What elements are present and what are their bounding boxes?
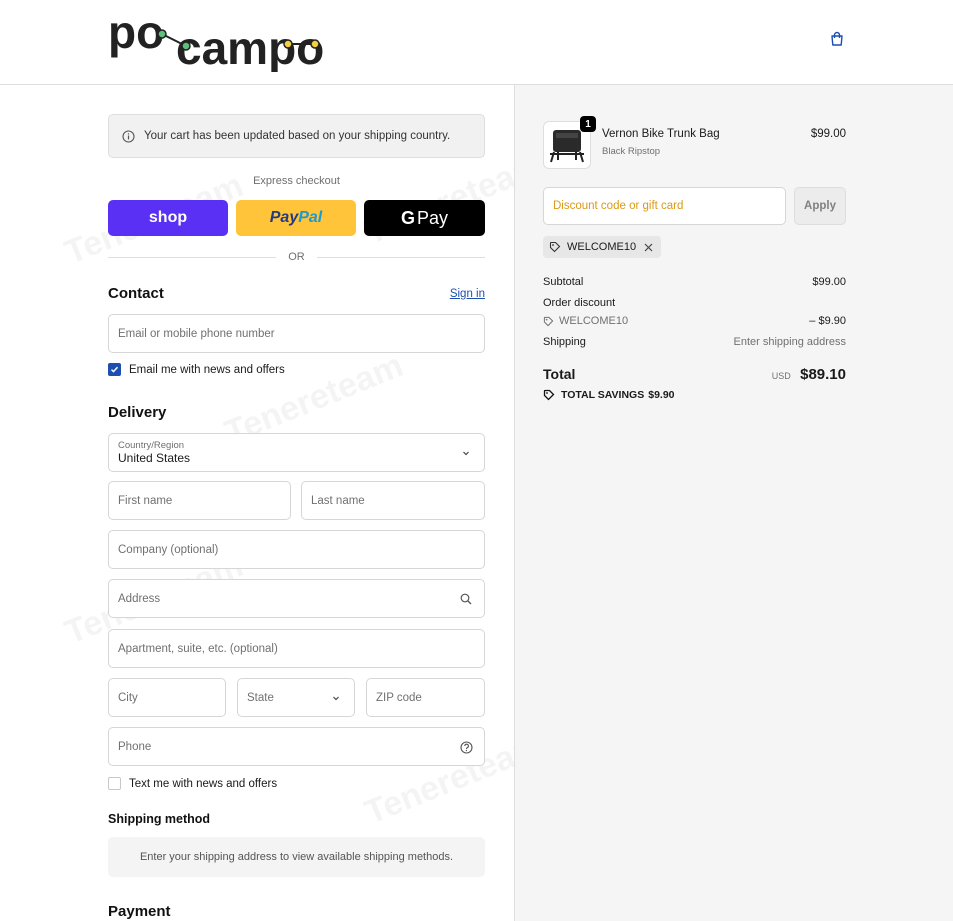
shopping-bag-icon[interactable] bbox=[829, 31, 847, 49]
phone-field[interactable]: Phone bbox=[108, 727, 485, 766]
discount-code-row: WELCOME10 – $9.90 bbox=[543, 315, 846, 327]
email-field[interactable]: Email or mobile phone number bbox=[108, 314, 485, 353]
discount-code-wrap: WELCOME10 bbox=[543, 315, 628, 327]
order-discount-label: Order discount bbox=[543, 297, 616, 309]
or-divider: OR bbox=[108, 250, 485, 264]
svg-text:po: po bbox=[108, 8, 164, 58]
company-field[interactable]: Company (optional) bbox=[108, 530, 485, 569]
text-news-label: Text me with news and offers bbox=[129, 777, 278, 790]
zip-field[interactable]: ZIP code bbox=[366, 678, 485, 717]
email-placeholder: Email or mobile phone number bbox=[118, 327, 275, 340]
paypal-label-pay: Pay bbox=[269, 209, 299, 226]
svg-text:campo: campo bbox=[176, 22, 324, 72]
email-news-checkbox[interactable] bbox=[108, 363, 121, 376]
savings-value: $9.90 bbox=[648, 389, 675, 401]
help-icon[interactable] bbox=[459, 740, 473, 754]
chevron-down-icon bbox=[329, 691, 343, 705]
logo-graphic: po campo bbox=[108, 8, 324, 72]
tag-icon bbox=[543, 316, 554, 326]
zip-placeholder: ZIP code bbox=[376, 691, 422, 704]
country-value: United States bbox=[118, 451, 191, 465]
quantity-badge: 1 bbox=[580, 116, 596, 132]
state-select[interactable]: State bbox=[237, 678, 355, 717]
savings-label: TOTAL SAVINGS bbox=[561, 389, 645, 401]
sign-in-link[interactable]: Sign in bbox=[450, 288, 485, 300]
apartment-placeholder: Apartment, suite, etc. (optional) bbox=[118, 642, 278, 655]
express-checkout-label: Express checkout bbox=[253, 175, 340, 187]
tag-icon bbox=[543, 389, 555, 401]
or-label: OR bbox=[288, 251, 305, 263]
shop-pay-label: shop bbox=[148, 209, 188, 226]
total-value: $89.10 bbox=[800, 366, 846, 383]
shipping-value: Enter shipping address bbox=[733, 336, 846, 348]
last-name-placeholder: Last name bbox=[311, 494, 365, 507]
subtotal-value: $99.00 bbox=[812, 276, 846, 288]
shipping-methods-placeholder: Enter your shipping address to view avai… bbox=[108, 837, 485, 877]
notice-text: Your cart has been updated based on your… bbox=[144, 130, 451, 142]
total-savings: TOTAL SAVINGS $9.90 bbox=[543, 389, 675, 401]
shipping-row: Shipping Enter shipping address bbox=[543, 336, 846, 348]
total-row: Total USD $89.10 bbox=[543, 366, 846, 383]
product-variant: Black Ripstop bbox=[602, 146, 661, 157]
paypal-button[interactable]: Pay Pal bbox=[236, 200, 356, 236]
payment-title: Payment bbox=[108, 903, 171, 920]
total-label: Total bbox=[543, 366, 576, 382]
info-icon bbox=[122, 129, 135, 143]
discount-code-field[interactable]: Discount code or gift card bbox=[543, 187, 786, 225]
brand-logo[interactable]: po campo po campo bbox=[108, 8, 338, 72]
google-pay-button[interactable]: G Pay bbox=[364, 200, 485, 236]
delivery-title: Delivery bbox=[108, 404, 167, 421]
paypal-label-pal: Pal bbox=[298, 209, 323, 226]
first-name-field[interactable]: First name bbox=[108, 481, 291, 520]
country-select[interactable]: Country/Region United States bbox=[108, 433, 485, 472]
text-news-option: Text me with news and offers bbox=[108, 777, 277, 790]
address-field[interactable]: Address bbox=[108, 579, 485, 618]
city-field[interactable]: City bbox=[108, 678, 226, 717]
shipping-method-title: Shipping method bbox=[108, 812, 211, 826]
currency-code: USD bbox=[771, 371, 791, 381]
shipping-message: Enter your shipping address to view avai… bbox=[139, 851, 454, 863]
subtotal-row: Subtotal $99.00 bbox=[543, 276, 846, 288]
discount-placeholder: Discount code or gift card bbox=[553, 200, 684, 212]
applied-code-chip: WELCOME10 bbox=[543, 236, 662, 258]
product-price: $99.00 bbox=[810, 128, 846, 140]
tag-icon bbox=[549, 241, 561, 253]
first-name-placeholder: First name bbox=[118, 494, 173, 507]
email-news-option: Email me with news and offers bbox=[108, 363, 285, 376]
site-header: po campo po campo bbox=[0, 0, 953, 85]
text-news-checkbox[interactable] bbox=[108, 777, 121, 790]
cart-updated-notice: Your cart has been updated based on your… bbox=[108, 114, 485, 158]
google-pay-label: Pay bbox=[416, 207, 449, 228]
address-placeholder: Address bbox=[118, 592, 161, 605]
shipping-label: Shipping bbox=[543, 336, 586, 348]
applied-code-label: WELCOME10 bbox=[567, 241, 637, 253]
discount-code-label: WELCOME10 bbox=[559, 315, 629, 327]
apartment-field[interactable]: Apartment, suite, etc. (optional) bbox=[108, 629, 485, 668]
contact-title: Contact bbox=[108, 285, 164, 302]
phone-placeholder: Phone bbox=[118, 740, 152, 753]
google-g-icon: G bbox=[400, 207, 415, 228]
order-discount-row: Order discount bbox=[543, 297, 846, 309]
company-placeholder: Company (optional) bbox=[118, 543, 219, 556]
remove-code-icon[interactable] bbox=[644, 243, 653, 252]
email-news-label: Email me with news and offers bbox=[129, 363, 285, 376]
city-placeholder: City bbox=[118, 691, 138, 704]
shop-pay-button[interactable]: shop bbox=[108, 200, 228, 236]
country-label: Country/Region bbox=[118, 440, 185, 451]
apply-discount-button[interactable]: Apply bbox=[794, 187, 846, 225]
last-name-field[interactable]: Last name bbox=[301, 481, 485, 520]
state-placeholder: State bbox=[247, 691, 274, 704]
chevron-down-icon bbox=[459, 446, 473, 460]
subtotal-label: Subtotal bbox=[543, 276, 584, 288]
search-icon bbox=[459, 592, 473, 606]
product-name: Vernon Bike Trunk Bag bbox=[602, 128, 720, 140]
discount-value: – $9.90 bbox=[809, 315, 846, 327]
